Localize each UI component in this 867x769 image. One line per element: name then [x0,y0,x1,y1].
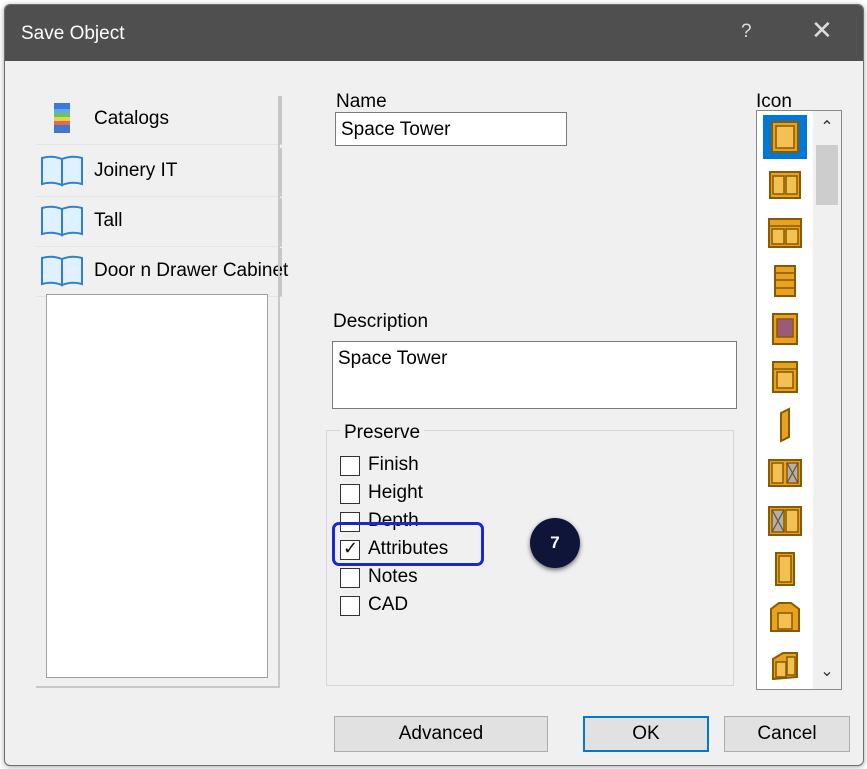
catalog-item-catalogs[interactable]: Catalogs [36,96,282,145]
description-label: Description [333,311,429,332]
catalog-label: Joinery IT [94,160,178,181]
cabinet-glass-door-icon [768,459,802,487]
cabinet-single-door-icon [771,121,799,153]
open-book-icon [41,155,83,187]
icon-option[interactable] [763,643,807,687]
corner-angle-cabinet-icon [770,602,800,632]
catalog-panel: Catalogs Joinery IT Tall Door n Drawer C… [36,96,288,688]
name-input[interactable]: Space Tower [335,112,567,146]
description-textarea[interactable]: Space Tower [332,341,737,409]
checkbox-label: Finish [368,454,419,475]
step-badge: 7 [530,518,580,568]
catalog-label: Catalogs [94,108,169,129]
tall-door-icon [775,552,795,586]
close-icon[interactable]: ✕ [811,17,833,43]
help-icon[interactable]: ? [741,21,752,43]
icon-option[interactable] [763,355,807,399]
checkbox-box[interactable] [340,484,360,504]
checkbox-box[interactable] [340,456,360,476]
end-panel-icon [780,407,790,443]
advanced-button[interactable]: Advanced [334,716,548,752]
icon-option[interactable] [763,163,807,207]
catalog-item-tall[interactable]: Tall [36,198,282,247]
highlight-box [332,522,484,566]
icon-option[interactable] [763,595,807,639]
title-bar: Save Object ? ✕ [5,5,863,61]
cabinet-drawer-door-icon [772,361,798,393]
ok-button[interactable]: OK [583,716,709,752]
icon-option[interactable] [763,211,807,255]
checkbox-label: Height [368,482,423,503]
scroll-down-icon[interactable]: ⌄ [813,661,841,683]
cancel-button[interactable]: Cancel [724,716,850,752]
scroll-thumb[interactable] [816,145,838,205]
icon-option[interactable] [763,307,807,351]
open-book-icon [41,255,83,287]
cabinet-double-glass-icon [768,506,802,536]
preserve-legend: Preserve [340,422,425,444]
icon-option[interactable] [763,403,807,447]
icon-list[interactable]: ⌃ ⌄ [756,110,842,690]
open-book-icon [41,205,83,237]
icon-option[interactable] [763,499,807,543]
icon-scrollbar[interactable]: ⌃ ⌄ [813,111,841,689]
catalog-label: Door n Drawer Cabinet [94,260,289,281]
checkbox-label: Notes [368,566,418,587]
catalog-item-door-n-drawer-cabinet[interactable]: Door n Drawer Cabinet [36,248,288,297]
checkbox-box[interactable] [340,568,360,588]
icon-option[interactable] [763,259,807,303]
cabinet-finished-panel-icon [772,313,798,345]
name-label: Name [336,91,387,112]
dialog-title: Save Object [21,23,125,44]
object-list[interactable] [46,294,268,678]
catalog-stack-icon [54,103,70,133]
catalog-item-joinery-it[interactable]: Joinery IT [36,148,282,197]
cabinet-double-door-icon [769,171,801,199]
catalog-label: Tall [94,210,123,231]
icon-option[interactable] [763,451,807,495]
icon-option[interactable] [763,547,807,591]
cabinet-wide-double-door-icon [768,218,802,248]
icon-option[interactable] [763,115,807,159]
checkbox-label: CAD [368,594,409,615]
drawer-stack-icon [774,265,796,297]
checkbox-box[interactable] [340,596,360,616]
scroll-up-icon[interactable]: ⌃ [813,117,841,139]
corner-l-cabinet-icon [772,652,798,681]
